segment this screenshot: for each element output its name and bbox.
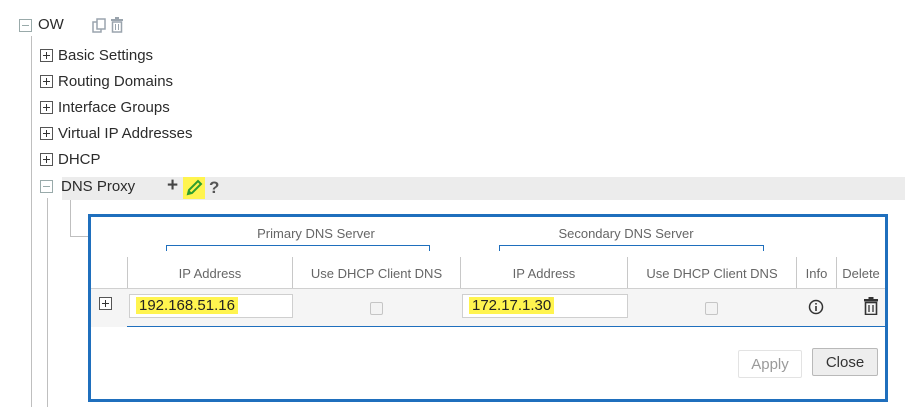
tree-expand-icon[interactable] [40, 49, 53, 62]
primary-use-dhcp-checkbox[interactable] [370, 302, 383, 315]
row-expand-toggle[interactable] [99, 297, 112, 315]
add-icon[interactable]: + [167, 175, 178, 197]
tree-expand-icon[interactable] [40, 75, 53, 88]
group-header-primary: Primary DNS Server [257, 226, 375, 241]
help-icon[interactable]: ? [209, 178, 219, 198]
primary-ip-value: 192.168.51.16 [136, 297, 238, 314]
tree-item-label: Virtual IP Addresses [58, 125, 193, 142]
tree-root-toggle[interactable] [19, 19, 32, 37]
info-icon[interactable] [808, 299, 824, 315]
tree-item-label: Routing Domains [58, 73, 174, 90]
tree-item-routing-domains[interactable]: Routing Domains [40, 73, 173, 90]
tree-expand-icon[interactable] [40, 127, 53, 140]
col-header-primary-ip: IP Address [178, 266, 242, 281]
col-header-secondary-ip: IP Address [512, 266, 576, 281]
dns-proxy-edit-panel: Primary DNS Server Secondary DNS Server … [88, 214, 888, 402]
apply-button[interactable]: Apply [738, 350, 802, 378]
delete-icon[interactable] [864, 297, 878, 315]
tree-item-virtual-ip-addresses[interactable]: Virtual IP Addresses [40, 125, 193, 142]
copy-icon[interactable] [92, 18, 106, 33]
group-header-secondary: Secondary DNS Server [558, 226, 694, 241]
tree-root: OW [38, 16, 64, 33]
tree-item-interface-groups[interactable]: Interface Groups [40, 99, 170, 116]
tree-expand-icon[interactable] [40, 153, 53, 166]
tree-expand-icon [99, 297, 112, 310]
secondary-ip-value: 172.17.1.30 [469, 297, 555, 314]
tree-item-label: Basic Settings [58, 47, 154, 64]
tree-item-label: Interface Groups [58, 99, 170, 116]
tree-root-label: OW [38, 16, 64, 33]
edit-button[interactable] [183, 177, 205, 199]
primary-ip-input[interactable]: 192.168.51.16 [129, 294, 293, 318]
group-bracket-primary [166, 245, 430, 251]
tree-item-dns-proxy[interactable]: DNS Proxy [40, 178, 135, 195]
tree-item-dhcp[interactable]: DHCP [40, 151, 101, 168]
col-header-secondary-use-dhcp: Use DHCP Client DNS [646, 266, 778, 281]
col-header-delete: Delete [842, 266, 880, 281]
tree-collapse-icon [19, 19, 32, 32]
tree-item-basic-settings[interactable]: Basic Settings [40, 47, 153, 64]
group-bracket-secondary [499, 245, 764, 251]
trash-icon[interactable] [111, 17, 123, 33]
col-header-info: Info [805, 266, 828, 281]
tree-item-label: DNS Proxy [61, 178, 136, 195]
pencil-icon [186, 179, 203, 196]
close-button[interactable]: Close [812, 348, 878, 376]
secondary-ip-input[interactable]: 172.17.1.30 [462, 294, 628, 318]
tree-item-label: DHCP [58, 151, 101, 168]
col-header-primary-use-dhcp: Use DHCP Client DNS [310, 266, 443, 281]
secondary-use-dhcp-checkbox[interactable] [705, 302, 718, 315]
tree-expand-icon[interactable] [40, 101, 53, 114]
tree-collapse-icon[interactable] [40, 180, 53, 193]
